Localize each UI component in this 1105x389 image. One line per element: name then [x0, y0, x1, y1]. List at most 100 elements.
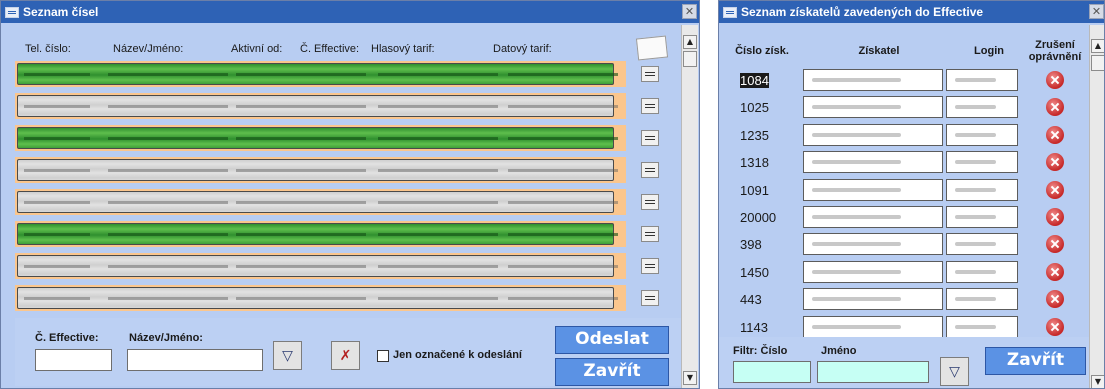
recipient-number[interactable]: 1143	[740, 320, 768, 335]
only-marked-label: Jen označené k odeslání	[393, 349, 522, 361]
recipient-login-field[interactable]	[946, 206, 1018, 228]
name-input[interactable]	[127, 349, 263, 371]
recipient-number[interactable]: 443	[740, 292, 762, 307]
row-detail-icon[interactable]	[641, 162, 659, 178]
recipient-login-field[interactable]	[946, 233, 1018, 255]
effective-input[interactable]	[35, 349, 112, 371]
number-row-field[interactable]	[17, 223, 618, 245]
form-icon	[723, 6, 737, 18]
number-row-field[interactable]	[17, 255, 618, 277]
scroll-thumb[interactable]	[683, 51, 697, 67]
recipient-number[interactable]: 20000	[740, 210, 776, 225]
number-list-scrollbar[interactable]: ▲ ▼	[681, 25, 698, 388]
recipient-name-field[interactable]	[803, 316, 943, 338]
recipient-name-field[interactable]	[803, 124, 943, 146]
row-detail-icon[interactable]	[641, 226, 659, 242]
close-icon[interactable]: ✕	[682, 4, 697, 19]
redacted-text	[508, 265, 618, 268]
filter-name-label: Jméno	[821, 345, 857, 357]
recipients-scrollbar[interactable]: ▲ ▼	[1089, 25, 1104, 388]
row-detail-icon[interactable]	[641, 194, 659, 210]
recipients-footer: Filtr: Číslo Jméno ▽ Zavřít	[719, 337, 1089, 388]
send-button[interactable]: Odeslat	[555, 326, 669, 354]
number-row[interactable]	[15, 61, 626, 87]
number-list-titlebar[interactable]: Seznam čísel	[1, 1, 699, 23]
col-voice-tariff: Hlasový tarif:	[371, 43, 435, 55]
scroll-down-icon[interactable]: ▼	[1091, 375, 1104, 388]
filter-number-input[interactable]	[733, 361, 811, 383]
revoke-icon[interactable]	[1046, 208, 1064, 226]
recipient-name-field[interactable]	[803, 261, 943, 283]
number-row-field[interactable]	[17, 159, 618, 181]
recipient-name-field[interactable]	[803, 179, 943, 201]
scroll-up-icon[interactable]: ▲	[683, 35, 697, 49]
scroll-up-icon[interactable]: ▲	[1091, 39, 1104, 53]
redacted-text	[508, 233, 618, 236]
filter-name-input[interactable]	[817, 361, 929, 383]
revoke-icon[interactable]	[1046, 181, 1064, 199]
col-active-from: Aktivní od:	[231, 43, 283, 55]
recipients-titlebar[interactable]: Seznam získatelů zavedených do Effective	[719, 1, 1104, 23]
number-row-field[interactable]	[17, 63, 618, 85]
row-detail-icon[interactable]	[641, 290, 659, 306]
close-button[interactable]: Zavřít	[985, 347, 1086, 375]
number-row[interactable]	[15, 125, 626, 151]
recipient-name-field[interactable]	[803, 288, 943, 310]
number-row-field[interactable]	[17, 191, 618, 213]
number-row[interactable]	[15, 253, 626, 279]
recipient-login-field[interactable]	[946, 261, 1018, 283]
close-button[interactable]: Zavřít	[555, 358, 669, 386]
redacted-text	[955, 133, 996, 137]
filter-icon: ▽	[949, 363, 960, 380]
revoke-icon[interactable]	[1046, 98, 1064, 116]
number-row[interactable]	[15, 157, 626, 183]
recipient-number[interactable]: 398	[740, 237, 762, 252]
number-row-field[interactable]	[17, 287, 618, 309]
recipient-number[interactable]: 1450	[740, 265, 769, 280]
only-marked-checkbox[interactable]	[377, 350, 389, 362]
recipient-login-field[interactable]	[946, 288, 1018, 310]
recipient-name-field[interactable]	[803, 96, 943, 118]
number-row-field[interactable]	[17, 127, 618, 149]
recipient-name-field[interactable]	[803, 69, 943, 91]
revoke-icon[interactable]	[1046, 318, 1064, 336]
recipient-name-field[interactable]	[803, 233, 943, 255]
row-detail-icon[interactable]	[641, 130, 659, 146]
revoke-icon[interactable]	[1046, 263, 1064, 281]
mail-icon[interactable]	[635, 35, 669, 61]
recipient-login-field[interactable]	[946, 69, 1018, 91]
filter-button[interactable]: ▽	[273, 341, 302, 370]
recipient-number[interactable]: 1025	[740, 100, 769, 115]
close-icon[interactable]: ✕	[1089, 4, 1104, 19]
revoke-icon[interactable]	[1046, 71, 1064, 89]
clear-filter-button[interactable]: ✗	[331, 341, 360, 370]
redacted-text	[378, 297, 498, 300]
recipient-login-field[interactable]	[946, 316, 1018, 338]
number-row[interactable]	[15, 93, 626, 119]
revoke-icon[interactable]	[1046, 126, 1064, 144]
filter-button[interactable]: ▽	[940, 357, 969, 386]
recipient-login-field[interactable]	[946, 96, 1018, 118]
number-row-field[interactable]	[17, 95, 618, 117]
row-detail-icon[interactable]	[641, 66, 659, 82]
redacted-text	[108, 233, 228, 236]
scroll-thumb[interactable]	[1091, 55, 1104, 71]
recipient-login-field[interactable]	[946, 151, 1018, 173]
recipient-name-field[interactable]	[803, 151, 943, 173]
number-row[interactable]	[15, 189, 626, 215]
recipient-login-field[interactable]	[946, 179, 1018, 201]
revoke-icon[interactable]	[1046, 235, 1064, 253]
recipient-number[interactable]: 1091	[740, 183, 769, 198]
revoke-icon[interactable]	[1046, 290, 1064, 308]
row-detail-icon[interactable]	[641, 98, 659, 114]
scroll-down-icon[interactable]: ▼	[683, 371, 697, 385]
row-detail-icon[interactable]	[641, 258, 659, 274]
recipient-number[interactable]: 1084	[740, 73, 769, 88]
revoke-icon[interactable]	[1046, 153, 1064, 171]
recipient-number[interactable]: 1235	[740, 128, 769, 143]
recipient-name-field[interactable]	[803, 206, 943, 228]
number-row[interactable]	[15, 221, 626, 247]
number-row[interactable]	[15, 285, 626, 311]
recipient-login-field[interactable]	[946, 124, 1018, 146]
recipient-number[interactable]: 1318	[740, 155, 769, 170]
